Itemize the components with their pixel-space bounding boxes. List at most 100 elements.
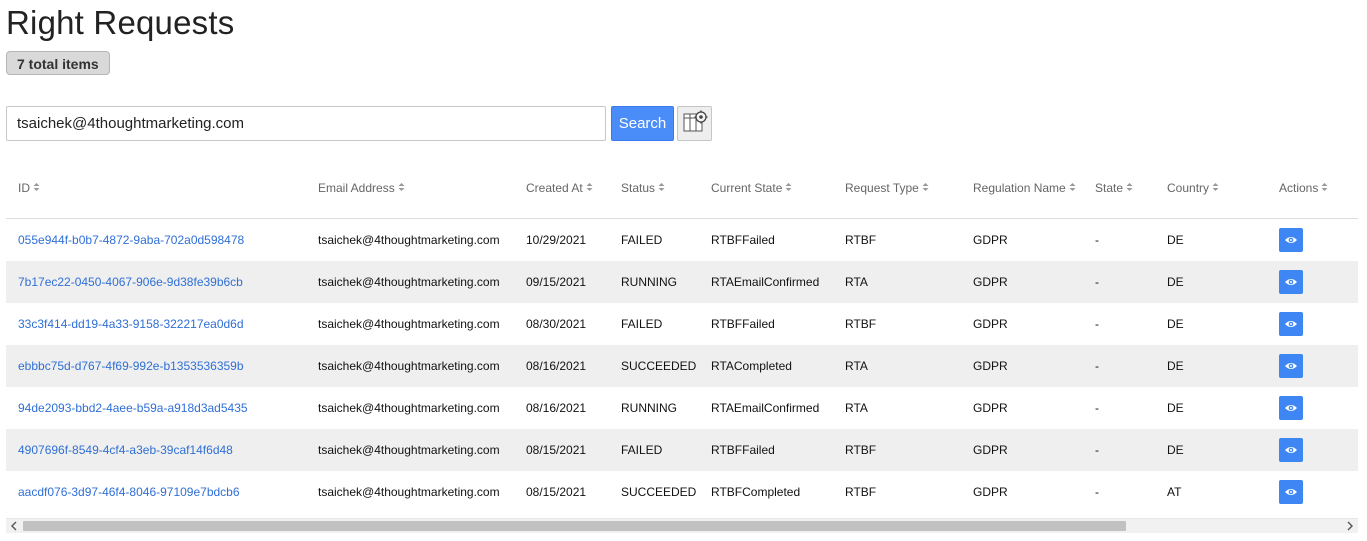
cell-country: AT [1167, 485, 1182, 499]
scrollbar-thumb[interactable] [23, 521, 1126, 531]
cell-created-at: 08/30/2021 [526, 317, 587, 331]
column-settings-icon [682, 110, 708, 137]
horizontal-scrollbar[interactable] [6, 518, 1358, 533]
table-row[interactable]: 33c3f414-dd19-4a33-9158-322217ea0d6d tsai… [6, 303, 1358, 345]
view-request-button[interactable] [1279, 480, 1303, 504]
column-header[interactable]: Country [1155, 158, 1267, 219]
view-request-button[interactable] [1279, 312, 1303, 336]
request-id-link[interactable]: ebbbc75d-d767-4f69-992e-b1353536359b [18, 359, 244, 373]
cell-request-type: RTBF [833, 429, 961, 471]
request-id-link[interactable]: aacdf076-3d97-46f4-8046-97109e7bdcb6 [18, 485, 240, 499]
sort-icon[interactable] [1069, 181, 1076, 195]
right-requests-page: Right Requests 7 total items Search [0, 0, 1367, 541]
cell-regulation: GDPR [973, 401, 1008, 415]
cell-state: - [1095, 233, 1099, 247]
column-settings-button[interactable] [677, 106, 712, 141]
cell-regulation: GDPR [973, 317, 1008, 331]
cell-actions [1267, 219, 1358, 262]
page-title: Right Requests [6, 4, 235, 41]
table-body: 055e944f-b0b7-4872-9aba-702a0d598478 tsai… [6, 219, 1358, 514]
sort-icon[interactable] [658, 181, 665, 195]
cell-actions [1267, 387, 1358, 429]
view-request-button[interactable] [1279, 228, 1303, 252]
sort-icon[interactable] [586, 181, 593, 195]
cell-current-state: RTAEmailConfirmed [711, 401, 820, 415]
cell-actions [1267, 429, 1358, 471]
cell-country: DE [1155, 261, 1267, 303]
column-header[interactable]: Created At [514, 158, 609, 219]
cell-regulation: GDPR [961, 261, 1083, 303]
cell-created-at: 08/16/2021 [526, 401, 587, 415]
sort-icon[interactable] [1212, 181, 1219, 195]
sort-icon[interactable] [1126, 181, 1133, 195]
cell-request-type: RTA [833, 345, 961, 387]
cell-email: tsaichek@4thoughtmarketing.com [318, 401, 500, 415]
table-row[interactable]: 4907696f-8549-4cf4-a3eb-39caf14f6d48 tsai… [6, 429, 1358, 471]
cell-state: - [1095, 401, 1099, 415]
cell-created-at: 08/15/2021 [526, 485, 587, 499]
cell-regulation: GDPR [961, 345, 1083, 387]
eye-icon [1284, 487, 1298, 497]
cell-id: 4907696f-8549-4cf4-a3eb-39caf14f6d48 [6, 429, 306, 471]
column-header-label: Country [1167, 180, 1210, 195]
eye-icon [1284, 361, 1298, 371]
column-header-label: Status [621, 180, 656, 195]
eye-icon [1284, 403, 1298, 413]
cell-status: FAILED [621, 317, 663, 331]
scroll-left-arrow[interactable] [6, 519, 22, 533]
request-id-link[interactable]: 055e944f-b0b7-4872-9aba-702a0d598478 [18, 233, 244, 247]
search-button[interactable]: Search [611, 106, 674, 141]
sort-icon[interactable] [922, 181, 929, 195]
view-request-button[interactable] [1279, 354, 1303, 378]
request-id-link[interactable]: 7b17ec22-0450-4067-906e-9d38fe39b6cb [18, 275, 243, 289]
cell-actions [1267, 261, 1358, 303]
scroll-right-arrow[interactable] [1342, 519, 1358, 533]
column-header[interactable]: State [1083, 158, 1155, 219]
column-header[interactable]: Email Address [306, 158, 514, 219]
cell-regulation: GDPR [973, 485, 1008, 499]
cell-country: DE [1155, 345, 1267, 387]
request-id-link[interactable]: 33c3f414-dd19-4a33-9158-322217ea0d6d [18, 317, 244, 331]
view-request-button[interactable] [1279, 396, 1303, 420]
column-header[interactable]: Actions [1267, 158, 1358, 219]
cell-email: tsaichek@4thoughtmarketing.com [318, 485, 500, 499]
view-request-button[interactable] [1279, 270, 1303, 294]
cell-country: DE [1167, 233, 1184, 247]
cell-current-state: RTAEmailConfirmed [699, 261, 833, 303]
sort-icon[interactable] [1321, 181, 1328, 195]
column-header[interactable]: Regulation Name [961, 158, 1083, 219]
column-header-label: Request Type [845, 180, 919, 195]
request-id-link[interactable]: 94de2093-bbd2-4aee-b59a-a918d3ad5435 [18, 401, 248, 415]
cell-country: DE [1167, 317, 1184, 331]
cell-state: - [1083, 429, 1155, 471]
cell-current-state: RTBFCompleted [711, 485, 801, 499]
column-header-label: State [1095, 180, 1124, 195]
request-id-link[interactable]: 4907696f-8549-4cf4-a3eb-39caf14f6d48 [18, 443, 233, 457]
cell-actions [1267, 345, 1358, 387]
view-request-button[interactable] [1279, 438, 1303, 462]
sort-icon[interactable] [398, 181, 405, 195]
eye-icon [1284, 445, 1298, 455]
cell-email: tsaichek@4thoughtmarketing.com [318, 317, 500, 331]
search-input[interactable] [6, 106, 606, 141]
cell-id: aacdf076-3d97-46f4-8046-97109e7bdcb6 [6, 471, 306, 513]
column-header[interactable]: Status [609, 158, 699, 219]
cell-request-type: RTA [845, 401, 868, 415]
sort-icon[interactable] [33, 181, 40, 195]
table-row[interactable]: ebbbc75d-d767-4f69-992e-b1353536359b tsai… [6, 345, 1358, 387]
cell-actions [1267, 471, 1358, 513]
column-header[interactable]: Request Type [833, 158, 961, 219]
table-row[interactable]: 7b17ec22-0450-4067-906e-9d38fe39b6cb tsai… [6, 261, 1358, 303]
table-header-row: ID Email Address Created At Status Current S… [6, 158, 1358, 219]
table-row[interactable]: 055e944f-b0b7-4872-9aba-702a0d598478 tsai… [6, 219, 1358, 262]
column-header[interactable]: ID [6, 158, 306, 219]
requests-table: ID Email Address Created At Status Current S… [6, 158, 1358, 513]
column-header[interactable]: Current State [699, 158, 833, 219]
cell-state: - [1095, 485, 1099, 499]
cell-actions [1267, 303, 1358, 345]
table-row[interactable]: aacdf076-3d97-46f4-8046-97109e7bdcb6 tsai… [6, 471, 1358, 513]
sort-icon[interactable] [785, 181, 792, 195]
table-row[interactable]: 94de2093-bbd2-4aee-b59a-a918d3ad5435 tsai… [6, 387, 1358, 429]
cell-regulation: GDPR [973, 233, 1008, 247]
column-header-label: Regulation Name [973, 180, 1066, 195]
